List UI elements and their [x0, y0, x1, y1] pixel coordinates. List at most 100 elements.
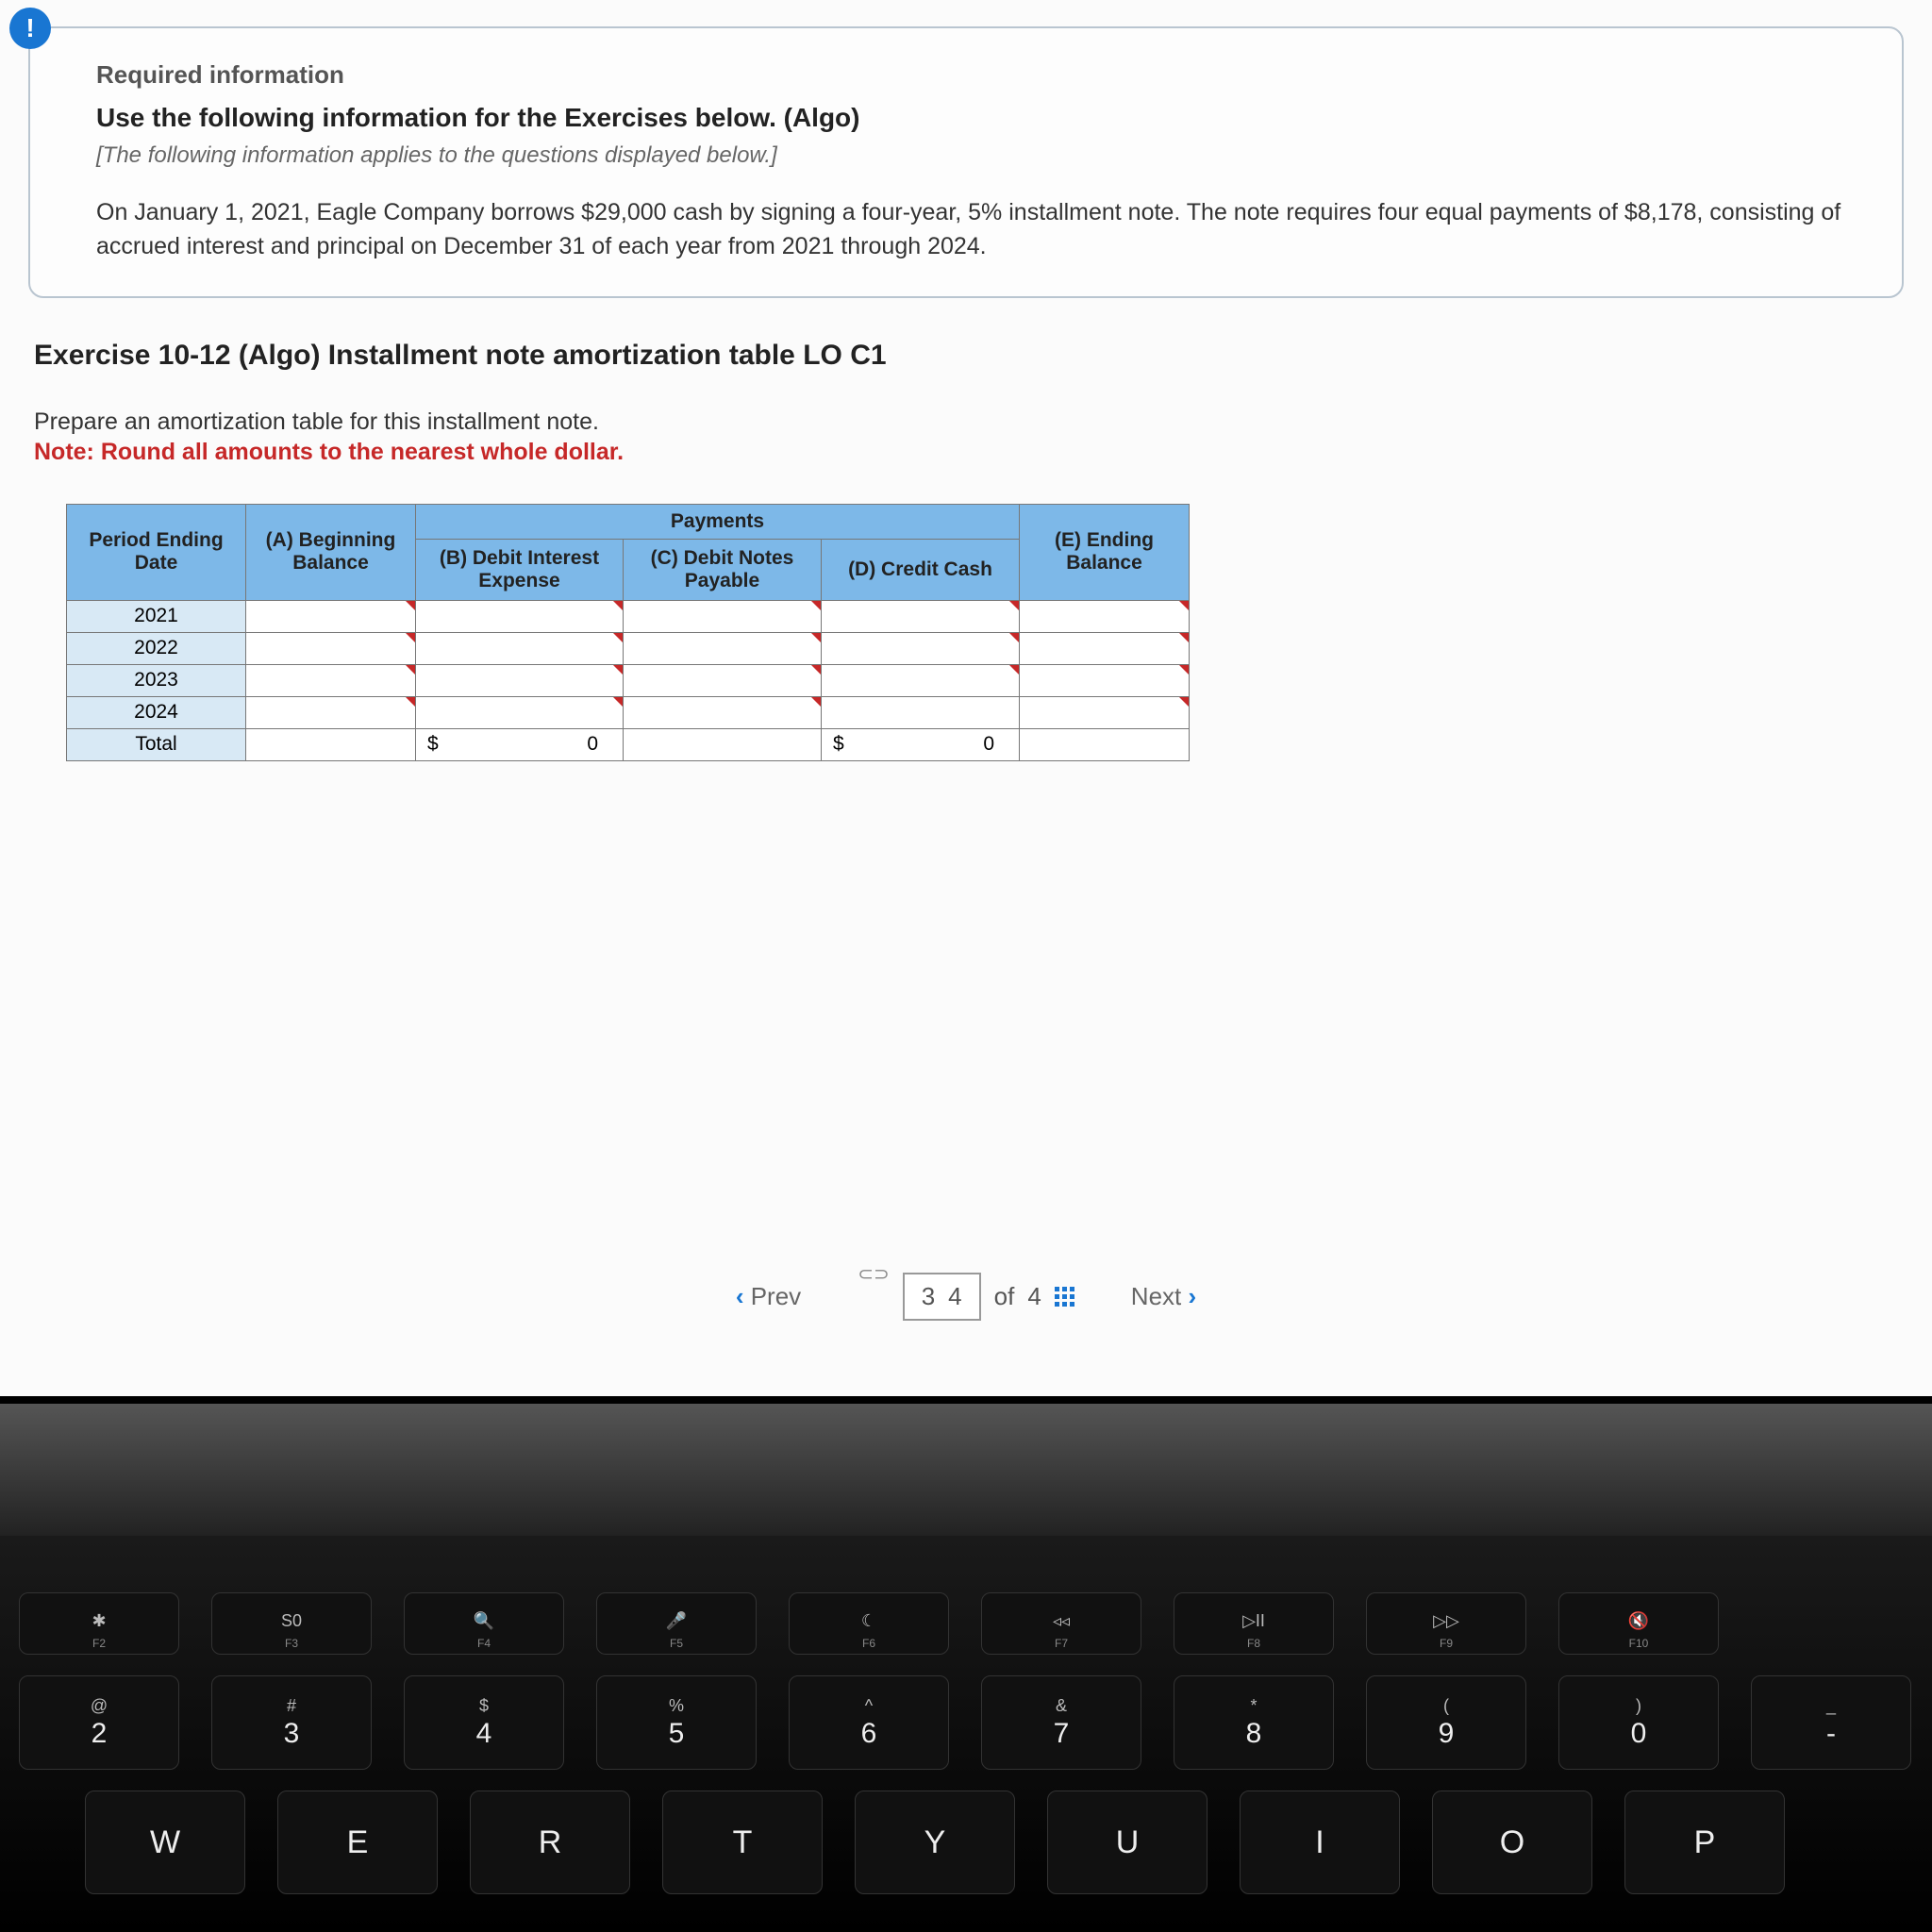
- page-box[interactable]: 3 4: [903, 1273, 981, 1321]
- keyboard-key: P: [1624, 1790, 1785, 1894]
- page-count: 4: [1027, 1282, 1041, 1311]
- keyboard-key: ▷▷F9: [1366, 1592, 1526, 1655]
- next-button[interactable]: Next ›: [1112, 1273, 1215, 1321]
- th-interest-expense: (B) Debit Interest Expense: [416, 539, 624, 600]
- keyboard-key: 🎤F5: [596, 1592, 757, 1655]
- alert-icon: !: [9, 8, 51, 49]
- th-beginning-balance: (A) Beginning Balance: [246, 504, 416, 600]
- keyboard-key: @2: [19, 1675, 179, 1770]
- cell-input[interactable]: [416, 664, 624, 696]
- currency-symbol: $: [833, 733, 844, 756]
- table-row: 2022: [67, 632, 1190, 664]
- required-marker-icon: [406, 601, 415, 610]
- required-marker-icon: [1009, 665, 1019, 675]
- cell-input[interactable]: [624, 600, 822, 632]
- keyboard-key: &7: [981, 1675, 1141, 1770]
- keyboard-key: )0: [1558, 1675, 1719, 1770]
- th-date: Period Ending Date: [67, 504, 246, 600]
- cell-input[interactable]: [822, 632, 1020, 664]
- row-year: 2024: [67, 696, 246, 728]
- amortization-table: Period Ending Date (A) Beginning Balance…: [66, 504, 1190, 761]
- keyboard-key: *8: [1174, 1675, 1334, 1770]
- keyboard-key: I: [1240, 1790, 1400, 1894]
- cell-input[interactable]: [1020, 600, 1190, 632]
- th-payments-group: Payments: [416, 504, 1020, 539]
- pagination-bar: ‹ Prev ⊂⊃ 3 4 of 4 Next ›: [0, 1273, 1932, 1321]
- cell-input[interactable]: [624, 696, 822, 728]
- required-marker-icon: [1179, 665, 1189, 675]
- keyboard-key: ◃◃F7: [981, 1592, 1141, 1655]
- row-total-label: Total: [67, 728, 246, 760]
- th-ending-balance: (E) Ending Balance: [1020, 504, 1190, 600]
- cell-input[interactable]: [1020, 696, 1190, 728]
- of-label: of: [994, 1282, 1015, 1311]
- currency-symbol: $: [427, 733, 439, 756]
- cell-input[interactable]: [624, 664, 822, 696]
- keyboard-key: #3: [211, 1675, 372, 1770]
- required-marker-icon: [613, 697, 623, 707]
- info-body: On January 1, 2021, Eagle Company borrow…: [96, 195, 1855, 264]
- keyboard-key: _-: [1751, 1675, 1911, 1770]
- table-row: 2023: [67, 664, 1190, 696]
- info-subheading: Use the following information for the Ex…: [96, 103, 1855, 133]
- cell-input[interactable]: [822, 600, 1020, 632]
- keyboard-key: R: [470, 1790, 630, 1894]
- table-row-total: Total $ 0 $ 0: [67, 728, 1190, 760]
- keyboard-key: ▷IIF8: [1174, 1592, 1334, 1655]
- next-label: Next: [1131, 1282, 1181, 1310]
- required-marker-icon: [811, 697, 821, 707]
- keyboard-key: ☾F6: [789, 1592, 949, 1655]
- prev-button[interactable]: ‹ Prev: [717, 1273, 820, 1321]
- info-italic: [The following information applies to th…: [96, 142, 1855, 169]
- cell-input[interactable]: [822, 696, 1020, 728]
- grid-icon[interactable]: [1055, 1287, 1074, 1307]
- keyboard-key: 🔍F4: [404, 1592, 564, 1655]
- physical-keyboard: ✱F2S0F3🔍F4🎤F5☾F6◃◃F7▷IIF8▷▷F9🔇F10 @2#3$4…: [0, 1536, 1932, 1932]
- keyboard-key: (9: [1366, 1675, 1526, 1770]
- chevron-left-icon: ‹: [736, 1282, 744, 1310]
- keyboard-key: %5: [596, 1675, 757, 1770]
- total-interest-value: 0: [587, 733, 617, 756]
- exercise-note: Note: Round all amounts to the nearest w…: [34, 439, 1904, 466]
- letter-key-row: WERTYUIOP: [19, 1790, 1913, 1894]
- page-current: 3: [922, 1282, 935, 1311]
- prev-label: Prev: [751, 1282, 801, 1310]
- table-row: 2021: [67, 600, 1190, 632]
- required-marker-icon: [811, 633, 821, 642]
- th-credit-cash: (D) Credit Cash: [822, 539, 1020, 600]
- cell-input[interactable]: [624, 632, 822, 664]
- cell-input[interactable]: [246, 600, 416, 632]
- cell-input[interactable]: [1020, 632, 1190, 664]
- keyboard-key: 🔇F10: [1558, 1592, 1719, 1655]
- cell-input[interactable]: [416, 632, 624, 664]
- cell-input[interactable]: [246, 632, 416, 664]
- cell-input[interactable]: [246, 664, 416, 696]
- cell-total-cash: $ 0: [822, 728, 1020, 760]
- fn-key-row: ✱F2S0F3🔍F4🎤F5☾F6◃◃F7▷IIF8▷▷F9🔇F10: [19, 1592, 1913, 1655]
- required-marker-icon: [811, 665, 821, 675]
- cell-total-interest: $ 0: [416, 728, 624, 760]
- keyboard-key: O: [1432, 1790, 1592, 1894]
- keyboard-key: $4: [404, 1675, 564, 1770]
- cell-input[interactable]: [246, 696, 416, 728]
- keyboard-key: E: [277, 1790, 438, 1894]
- page-total-shown: 4: [948, 1282, 961, 1311]
- cell-input[interactable]: [822, 664, 1020, 696]
- info-heading: Required information: [96, 60, 1855, 90]
- total-cash-value: 0: [983, 733, 1013, 756]
- chevron-right-icon: ›: [1189, 1282, 1197, 1310]
- cell-total-beg: [246, 728, 416, 760]
- number-key-row: @2#3$4%5^6&7*8(9)0_-: [19, 1675, 1913, 1770]
- table-row: 2024: [67, 696, 1190, 728]
- cell-input[interactable]: [1020, 664, 1190, 696]
- required-marker-icon: [811, 601, 821, 610]
- app-screen: ! Required information Use the following…: [0, 0, 1932, 1396]
- required-marker-icon: [406, 633, 415, 642]
- required-marker-icon: [406, 697, 415, 707]
- cell-input[interactable]: [416, 696, 624, 728]
- required-marker-icon: [1179, 697, 1189, 707]
- row-year: 2022: [67, 632, 246, 664]
- table-body: 2021 2022 2023: [67, 600, 1190, 760]
- required-marker-icon: [613, 665, 623, 675]
- cell-input[interactable]: [416, 600, 624, 632]
